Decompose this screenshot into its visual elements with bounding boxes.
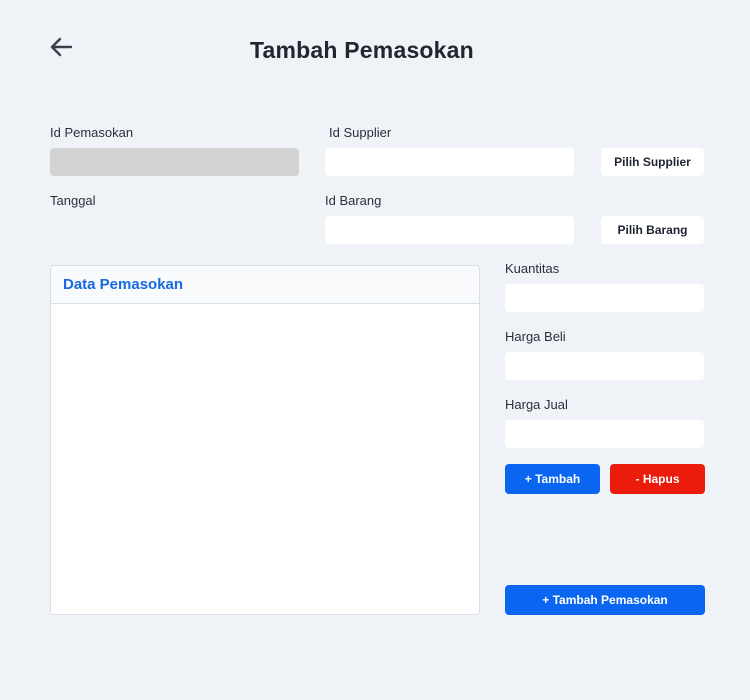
tambah-button[interactable]: + Tambah [505, 464, 600, 494]
back-button[interactable] [46, 34, 76, 64]
kuantitas-label: Kuantitas [505, 261, 560, 276]
tambah-pemasokan-page: Tambah Pemasokan Id Pemasokan Id Supplie… [0, 0, 750, 700]
kuantitas-field[interactable] [505, 284, 704, 312]
id-pemasokan-field [50, 148, 299, 176]
harga-jual-label: Harga Jual [505, 397, 568, 412]
id-pemasokan-label: Id Pemasokan [50, 125, 134, 140]
arrow-left-icon [49, 37, 73, 62]
data-pemasokan-table[interactable] [51, 304, 479, 614]
panel-header: Data Pemasokan [51, 266, 479, 304]
id-barang-label: Id Barang [325, 193, 382, 208]
page-title: Tambah Pemasokan [250, 37, 474, 63]
data-pemasokan-panel: Data Pemasokan [50, 265, 480, 615]
tanggal-label: Tanggal [50, 193, 96, 208]
harga-beli-field[interactable] [505, 352, 704, 380]
hapus-button[interactable]: - Hapus [610, 464, 705, 494]
panel-title: Data Pemasokan [63, 276, 184, 293]
pilih-barang-button[interactable]: Pilih Barang [601, 216, 704, 244]
harga-jual-field[interactable] [505, 420, 704, 448]
tambah-pemasokan-button[interactable]: + Tambah Pemasokan [505, 585, 705, 615]
pilih-supplier-button[interactable]: Pilih Supplier [601, 148, 704, 176]
id-supplier-field[interactable] [325, 148, 574, 176]
harga-beli-label: Harga Beli [505, 329, 566, 344]
id-supplier-label: Id Supplier [329, 125, 392, 140]
id-barang-field[interactable] [325, 216, 574, 244]
